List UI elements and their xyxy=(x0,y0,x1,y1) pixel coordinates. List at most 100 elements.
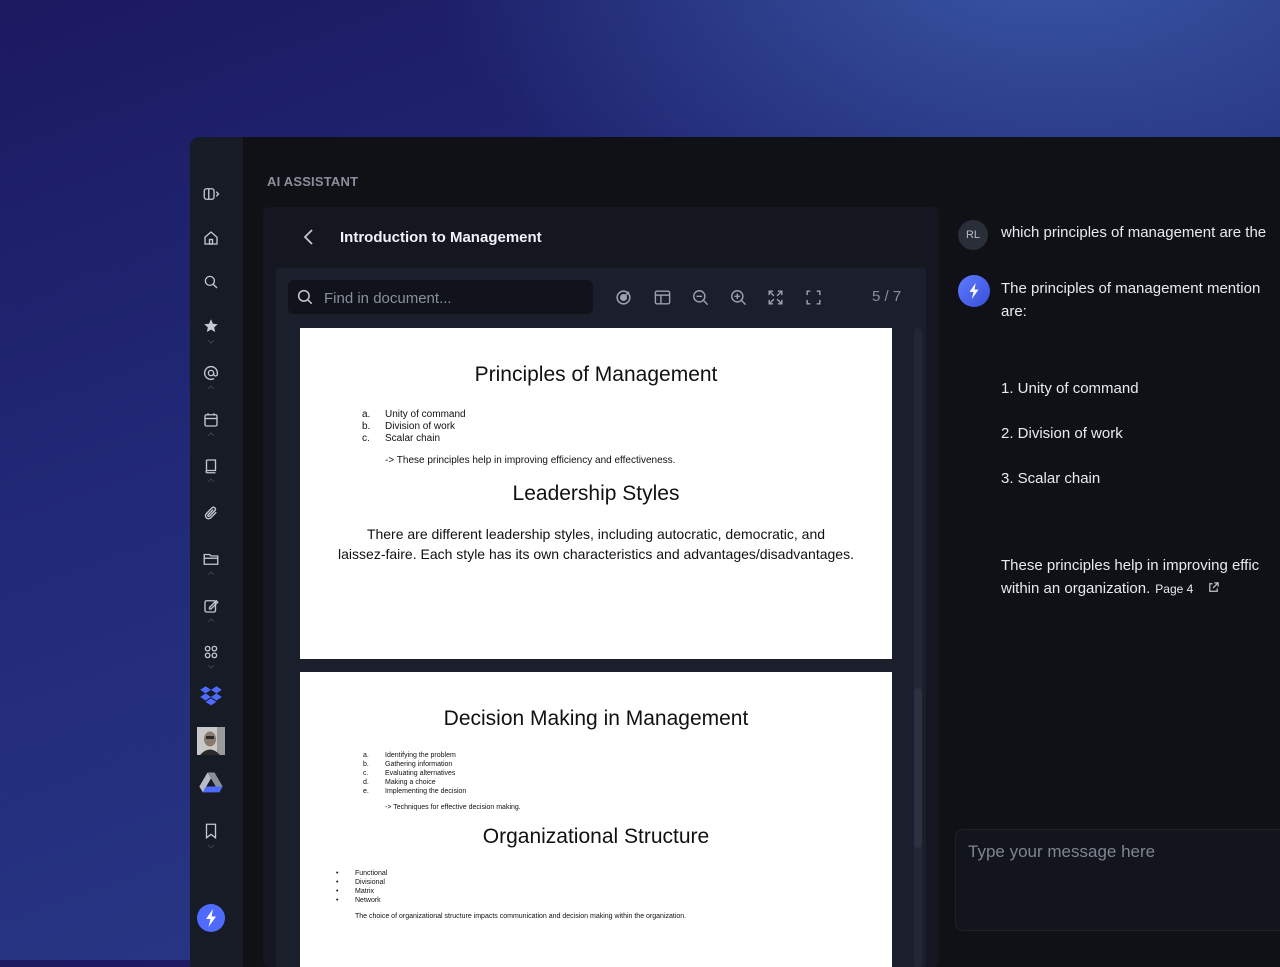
list-marker: d. xyxy=(363,779,369,786)
list-text: Division of work xyxy=(385,421,456,432)
document-search-input[interactable] xyxy=(322,280,586,316)
list-item: c. Evaluating alternatives xyxy=(363,769,466,778)
list-item: b. Division of work xyxy=(362,421,466,433)
list-item: • Network xyxy=(336,897,381,904)
list-text: Unity of command xyxy=(385,409,466,420)
ai-assistant-icon[interactable] xyxy=(190,904,232,932)
chevron-up-icon xyxy=(207,385,215,390)
search-icon[interactable] xyxy=(190,269,232,295)
ai-response-text: within an organization. xyxy=(1001,580,1151,597)
list-text: Matrix xyxy=(355,888,375,895)
list-marker: a. xyxy=(362,409,371,420)
ai-response-item: 2. Division of work xyxy=(1001,425,1123,442)
chat-panel: RL which principles of management are th… xyxy=(950,207,1280,967)
page-note: -> These principles help in improving ef… xyxy=(385,455,676,466)
list-text: Evaluating alternatives xyxy=(385,770,456,777)
list-text: Network xyxy=(355,897,381,904)
calendar-icon[interactable] xyxy=(190,407,232,433)
external-link-icon[interactable] xyxy=(1207,581,1220,594)
chevron-up-icon xyxy=(207,571,215,576)
book-icon[interactable] xyxy=(190,453,232,479)
search-icon xyxy=(297,289,313,305)
page-reference-link[interactable]: Page 4 xyxy=(1155,582,1193,596)
user-message: which principles of management are the xyxy=(1001,224,1267,241)
document-panel: Introduction to Management Find in docum… xyxy=(263,207,939,967)
page-paragraph-line: There are different leadership styles, i… xyxy=(366,526,826,542)
page-heading: Principles of Management xyxy=(474,363,718,386)
list-item: a. Identifying the problem xyxy=(363,751,466,760)
app-window: AI ASSISTANT Introduction to Management xyxy=(190,137,1280,967)
fullscreen-icon[interactable] xyxy=(802,286,824,308)
chevron-up-icon xyxy=(207,618,215,623)
app-title: AI ASSISTANT xyxy=(267,174,359,189)
ai-response-line: These principles help in improving effic xyxy=(1001,557,1260,574)
list-marker: c. xyxy=(363,770,369,777)
chevron-down-icon xyxy=(207,664,215,669)
document-page: Principles of Management a. Unity of comm… xyxy=(300,328,892,659)
list-text: Implementing the decision xyxy=(385,788,467,795)
list-item: b. Gathering information xyxy=(363,760,466,769)
dropbox-icon[interactable] xyxy=(190,683,232,709)
sidebar-toggle-icon[interactable] xyxy=(190,181,232,207)
ai-response-line: The principles of management mention xyxy=(1001,280,1261,297)
ai-avatar-icon xyxy=(958,275,990,307)
back-button[interactable] xyxy=(299,227,319,247)
ai-response-line: are: xyxy=(1001,303,1027,320)
zoom-in-icon[interactable] xyxy=(727,286,749,308)
scrollbar-thumb[interactable] xyxy=(914,688,922,848)
page-indicator: 5 / 7 xyxy=(872,288,902,305)
list-item: c. Scalar chain xyxy=(362,433,466,445)
layout-icon[interactable] xyxy=(651,286,673,308)
list-text: Making a choice xyxy=(385,779,436,786)
list-marker: c. xyxy=(362,433,370,444)
page-heading: Leadership Styles xyxy=(512,482,680,505)
document-viewer: 5 / 7 Principles of Management a. Unity o… xyxy=(276,268,926,967)
at-sign-icon[interactable] xyxy=(190,360,232,386)
page-closing-text: The choice of organizational structure i… xyxy=(355,913,687,920)
fit-page-icon[interactable] xyxy=(764,286,786,308)
document-title: Introduction to Management xyxy=(340,229,542,246)
page-heading: Decision Making in Management xyxy=(443,707,749,730)
list-marker: a. xyxy=(363,752,369,759)
bookmark-icon[interactable] xyxy=(190,818,232,844)
document-page: Decision Making in Management a. Identify… xyxy=(300,672,892,967)
user-avatar[interactable] xyxy=(190,727,232,755)
document-search[interactable] xyxy=(288,280,593,316)
folder-icon[interactable] xyxy=(190,546,232,572)
list-item: • Matrix xyxy=(336,888,375,895)
chevron-down-icon xyxy=(207,339,215,344)
list-marker: b. xyxy=(363,761,369,768)
paperclip-icon[interactable] xyxy=(190,500,232,526)
google-drive-icon[interactable] xyxy=(190,770,232,796)
page-heading: Organizational Structure xyxy=(482,825,710,848)
home-icon[interactable] xyxy=(190,225,232,251)
decision-steps-list: a. Identifying the problem b. Gathering in… xyxy=(363,751,466,796)
principles-list: a. Unity of command b. Division of work c.… xyxy=(362,409,466,445)
structure-bullet-list: • Functional • Divisional • Matrix • Network xyxy=(336,869,387,905)
list-text: Divisional xyxy=(355,879,385,886)
sidebar xyxy=(190,137,243,967)
list-text: Gathering information xyxy=(385,761,453,768)
ai-response-item: 3. Scalar chain xyxy=(1001,470,1101,487)
ai-response-item: 1. Unity of command xyxy=(1001,380,1139,397)
star-icon[interactable] xyxy=(190,313,232,339)
list-item: e. Implementing the decision xyxy=(363,787,466,796)
ai-target-icon[interactable] xyxy=(612,286,634,308)
list-marker: e. xyxy=(363,788,369,795)
ai-response-line: within an organization. Page 4 xyxy=(1001,580,1220,597)
list-item: a. Unity of command xyxy=(362,409,466,421)
list-marker: b. xyxy=(362,421,371,432)
zoom-out-icon[interactable] xyxy=(689,286,711,308)
viewer-scrollbar[interactable] xyxy=(914,328,922,967)
list-item: • Divisional xyxy=(336,879,385,886)
message-input[interactable] xyxy=(966,840,1280,924)
page-paragraph-line: laissez-faire. Each style has its own ch… xyxy=(338,546,854,562)
page-note: -> Techniques for effective decision mak… xyxy=(385,804,521,811)
list-item: d. Making a choice xyxy=(363,778,466,787)
apps-grid-icon[interactable] xyxy=(190,639,232,665)
edit-icon[interactable] xyxy=(190,593,232,619)
user-avatar: RL xyxy=(958,220,988,250)
list-text: Scalar chain xyxy=(385,433,441,444)
message-input-box[interactable] xyxy=(955,829,1280,931)
list-text: Functional xyxy=(355,870,388,877)
